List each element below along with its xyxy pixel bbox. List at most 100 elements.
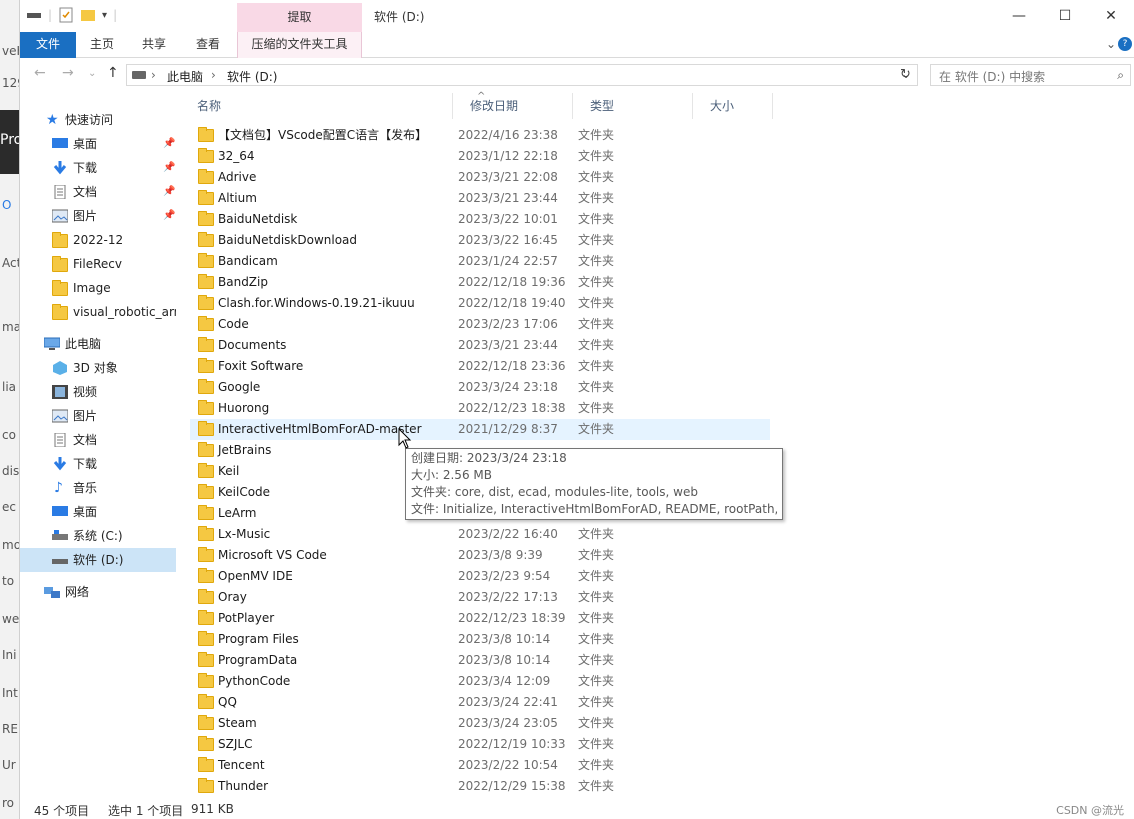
- file-row[interactable]: BandZip 2022/12/18 19:36 文件夹: [190, 272, 770, 293]
- file-type: 文件夹: [578, 653, 615, 667]
- up-button[interactable]: ↑: [107, 65, 119, 81]
- refresh-icon[interactable]: ↻: [900, 67, 911, 82]
- folder-icon: [198, 379, 214, 394]
- file-type: 文件夹: [578, 212, 615, 226]
- file-name: Altium: [218, 191, 257, 205]
- background-dark-panel: Pro: [0, 110, 19, 174]
- file-row[interactable]: SZJLC 2022/12/19 10:33 文件夹: [190, 734, 770, 755]
- file-row[interactable]: Altium 2023/3/21 23:44 文件夹: [190, 188, 770, 209]
- recent-locations-button[interactable]: ⌄: [88, 68, 96, 79]
- file-row[interactable]: Oray 2023/2/22 17:13 文件夹: [190, 587, 770, 608]
- customize-toolbar-icon[interactable]: ▾: [102, 10, 107, 21]
- file-row[interactable]: Steam 2023/3/24 23:05 文件夹: [190, 713, 770, 734]
- tab-compressed-folder-tools[interactable]: 压缩的文件夹工具: [237, 32, 362, 58]
- expand-ribbon-icon[interactable]: ⌄: [1106, 37, 1116, 51]
- file-row[interactable]: Huorong 2022/12/23 18:38 文件夹: [190, 398, 770, 419]
- nav-network[interactable]: 网络: [20, 580, 176, 604]
- nav-item-documents[interactable]: 文档: [20, 428, 176, 452]
- file-row[interactable]: PotPlayer 2022/12/23 18:39 文件夹: [190, 608, 770, 629]
- maximize-button[interactable]: ☐: [1042, 0, 1088, 32]
- breadcrumb-drive-d[interactable]: 软件 (D:): [227, 68, 277, 85]
- file-type: 文件夹: [578, 527, 615, 541]
- file-type: 文件夹: [578, 569, 615, 583]
- breadcrumb-this-pc[interactable]: 此电脑: [167, 68, 203, 85]
- close-button[interactable]: ✕: [1088, 0, 1134, 32]
- file-row[interactable]: Code 2023/2/23 17:06 文件夹: [190, 314, 770, 335]
- file-row[interactable]: 【文档包】VScode配置C语言【发布】 2022/4/16 23:38 文件夹: [190, 125, 770, 146]
- file-row[interactable]: Program Files 2023/3/8 10:14 文件夹: [190, 629, 770, 650]
- file-row[interactable]: Adrive 2023/3/21 22:08 文件夹: [190, 167, 770, 188]
- file-row[interactable]: 32_64 2023/1/12 22:18 文件夹: [190, 146, 770, 167]
- file-row[interactable]: QQ 2023/3/24 22:41 文件夹: [190, 692, 770, 713]
- drive-icon[interactable]: [26, 7, 42, 23]
- file-row[interactable]: Thunder 2022/12/29 15:38 文件夹: [190, 776, 770, 797]
- nav-quick-access[interactable]: ★ 快速访问: [20, 108, 176, 132]
- nav-item-desktop[interactable]: 桌面: [20, 500, 176, 524]
- tab-share[interactable]: 共享: [134, 32, 174, 58]
- file-row[interactable]: Clash.for.Windows-0.19.21-ikuuu 2022/12/1…: [190, 293, 770, 314]
- file-type: 文件夹: [578, 170, 615, 184]
- file-row[interactable]: BaiduNetdisk 2023/3/22 10:01 文件夹: [190, 209, 770, 230]
- column-header: ^ 名称 修改日期 类型 大小: [180, 91, 1134, 119]
- breadcrumb-separator[interactable]: ›: [151, 68, 156, 82]
- back-button[interactable]: ←: [34, 65, 46, 81]
- column-type[interactable]: 类型: [573, 93, 693, 119]
- forward-button[interactable]: →: [62, 65, 74, 81]
- file-row[interactable]: Lx-Music 2023/2/22 16:40 文件夹: [190, 524, 770, 545]
- nav-item-folder[interactable]: visual_robotic_arn: [20, 300, 176, 324]
- nav-item-folder[interactable]: 2022-12: [20, 228, 176, 252]
- nav-item-downloads[interactable]: 下载: [20, 452, 176, 476]
- network-icon: [44, 587, 60, 598]
- nav-item-folder[interactable]: Image: [20, 276, 176, 300]
- breadcrumb-separator[interactable]: ›: [211, 68, 216, 82]
- nav-item-documents[interactable]: 文档 📌: [20, 180, 176, 204]
- address-bar[interactable]: › 此电脑 › 软件 (D:) ⌄: [126, 64, 918, 86]
- file-row[interactable]: InteractiveHtmlBomForAD-master 2021/12/29…: [190, 419, 770, 440]
- nav-item-drive-d[interactable]: 软件 (D:): [20, 548, 176, 572]
- folder-icon: [198, 778, 214, 793]
- file-row[interactable]: BaiduNetdiskDownload 2023/3/22 16:45 文件夹: [190, 230, 770, 251]
- file-row[interactable]: Documents 2023/3/21 23:44 文件夹: [190, 335, 770, 356]
- search-icon[interactable]: ⌕: [1117, 68, 1124, 83]
- column-date-modified[interactable]: 修改日期: [453, 93, 573, 119]
- tab-file[interactable]: 文件: [20, 32, 76, 58]
- file-row[interactable]: ProgramData 2023/3/8 10:14 文件夹: [190, 650, 770, 671]
- file-row[interactable]: OpenMV IDE 2023/2/23 9:54 文件夹: [190, 566, 770, 587]
- file-row[interactable]: PythonCode 2023/3/4 12:09 文件夹: [190, 671, 770, 692]
- file-type: 文件夹: [578, 590, 615, 604]
- nav-item-drive-c[interactable]: 系统 (C:): [20, 524, 176, 548]
- file-name: Oray: [218, 590, 247, 604]
- column-size[interactable]: 大小: [693, 93, 773, 119]
- background-text: Ur: [2, 758, 16, 772]
- nav-item-videos[interactable]: 视频: [20, 380, 176, 404]
- star-icon: ★: [46, 112, 59, 128]
- nav-item-desktop[interactable]: 桌面 📌: [20, 132, 176, 156]
- minimize-button[interactable]: —: [996, 0, 1042, 32]
- tab-view[interactable]: 查看: [188, 32, 228, 58]
- folder-icon: [198, 274, 214, 289]
- nav-item-downloads[interactable]: 下载 📌: [20, 156, 176, 180]
- background-text: to: [2, 574, 15, 588]
- nav-item-folder[interactable]: FileRecv: [20, 252, 176, 276]
- window-title: 软件 (D:): [374, 10, 425, 24]
- properties-icon[interactable]: [58, 7, 74, 23]
- nav-this-pc[interactable]: 此电脑: [20, 332, 176, 356]
- nav-item-pictures[interactable]: 图片: [20, 404, 176, 428]
- search-box[interactable]: 在 软件 (D:) 中搜索 ⌕: [930, 64, 1131, 86]
- file-row[interactable]: Microsoft VS Code 2023/3/8 9:39 文件夹: [190, 545, 770, 566]
- file-row[interactable]: Foxit Software 2022/12/18 23:36 文件夹: [190, 356, 770, 377]
- file-row[interactable]: Google 2023/3/24 23:18 文件夹: [190, 377, 770, 398]
- extract-context-tab[interactable]: 提取: [237, 3, 362, 32]
- nav-item-pictures[interactable]: 图片 📌: [20, 204, 176, 228]
- column-name[interactable]: 名称: [180, 93, 453, 119]
- nav-item-3d-objects[interactable]: 3D 对象: [20, 356, 176, 380]
- file-row[interactable]: Tencent 2023/2/22 10:54 文件夹: [190, 755, 770, 776]
- file-date: 2023/3/8 10:14: [458, 653, 551, 667]
- new-folder-icon[interactable]: [80, 7, 96, 23]
- nav-item-music[interactable]: ♪ 音乐: [20, 476, 176, 500]
- file-row[interactable]: Bandicam 2023/1/24 22:57 文件夹: [190, 251, 770, 272]
- help-icon[interactable]: ?: [1118, 37, 1132, 51]
- tab-home[interactable]: 主页: [82, 32, 122, 58]
- explorer-window: | ▾ | 提取 软件 (D:) — ☐ ✕ 文件 主页 共享 查看 压缩的文件…: [20, 0, 1134, 819]
- file-name: 【文档包】VScode配置C语言【发布】: [218, 128, 428, 142]
